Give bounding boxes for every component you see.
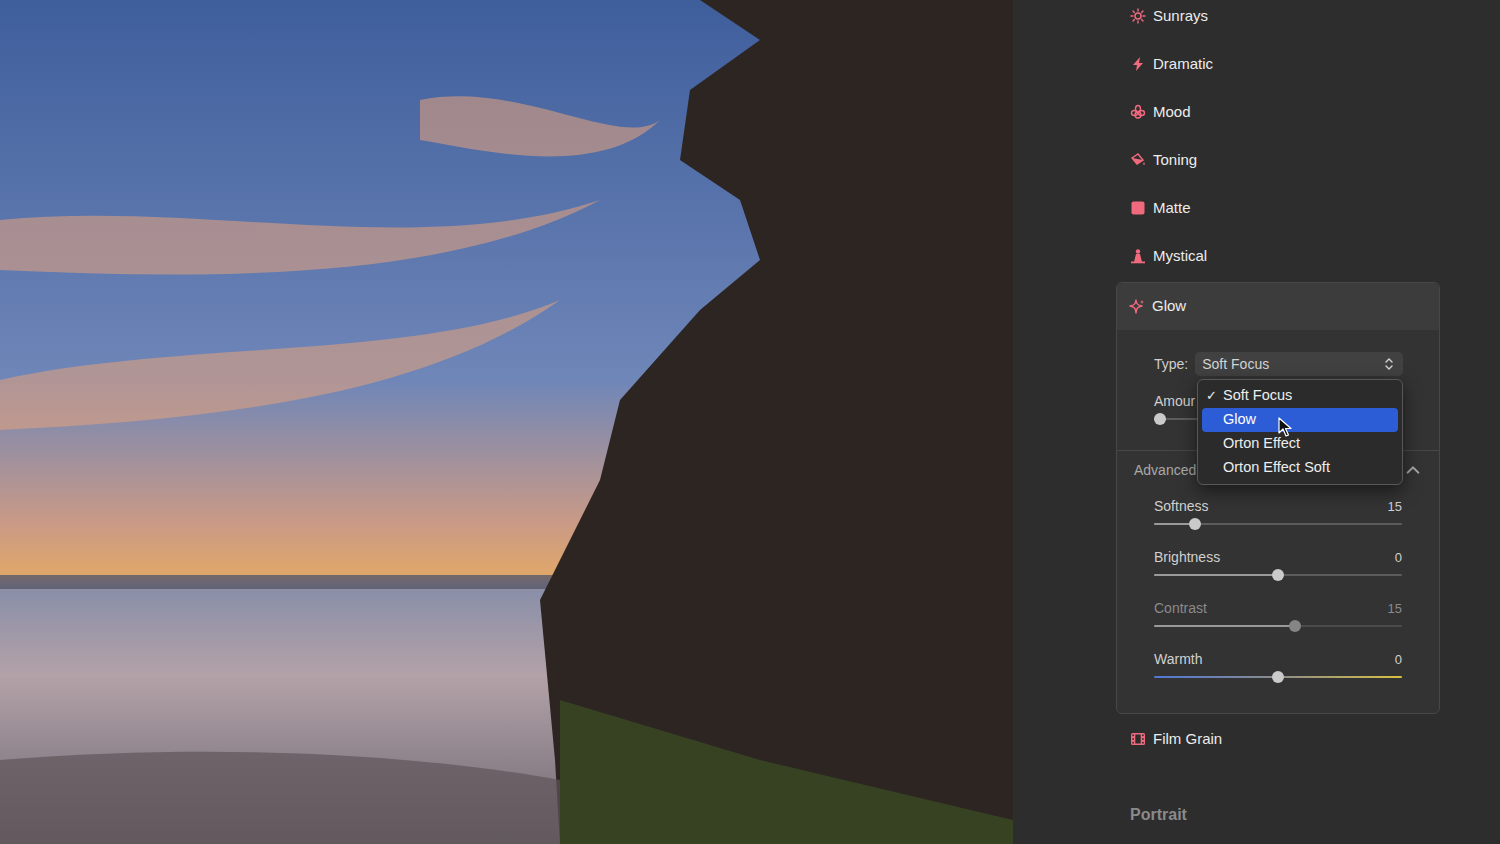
type-value: Soft Focus: [1202, 354, 1269, 375]
slider: Warmth 0: [1154, 649, 1402, 684]
effect-item[interactable]: Sunrays: [1130, 0, 1500, 32]
slider-value: 0: [1395, 650, 1402, 670]
menu-item-label: Orton Effect: [1223, 433, 1300, 455]
slider-thumb[interactable]: [1272, 569, 1284, 581]
slider-fill: [1154, 574, 1278, 576]
type-select[interactable]: Soft Focus: [1195, 352, 1403, 376]
slider: Brightness 0: [1154, 547, 1402, 582]
square-icon: [1130, 200, 1146, 216]
effect-item[interactable]: Mood: [1130, 96, 1500, 128]
updown-chevron-icon: [1381, 356, 1397, 372]
slider-label-row: Warmth 0: [1154, 649, 1402, 670]
slider-track[interactable]: [1154, 517, 1402, 531]
effect-item[interactable]: Mystical: [1130, 240, 1500, 272]
glow-panel: Glow Type: Soft Focus Amour Advanced Softness…: [1116, 282, 1440, 714]
glow-title: Glow: [1152, 295, 1186, 318]
slider-track[interactable]: [1154, 670, 1402, 684]
type-label: Type:: [1154, 354, 1188, 375]
slider-thumb[interactable]: [1272, 671, 1284, 683]
photo-image: [0, 0, 1013, 844]
menu-item-label: Orton Effect Soft: [1223, 457, 1330, 479]
film-icon: [1130, 731, 1146, 747]
amount-label: Amour: [1154, 391, 1195, 412]
effect-item[interactable]: Film Grain: [1130, 723, 1500, 755]
type-menu: ✓Soft FocusGlowOrton EffectOrton Effect …: [1197, 379, 1403, 485]
sparkle-icon: [1129, 299, 1145, 315]
slider-label-row: Softness 15: [1154, 496, 1402, 517]
menu-item-label: Glow: [1223, 409, 1256, 431]
effect-label: Mystical: [1153, 245, 1207, 268]
menu-item[interactable]: Orton Effect Soft: [1202, 456, 1398, 480]
effect-label: Toning: [1153, 149, 1197, 172]
chevron-icon: [1405, 462, 1421, 478]
menu-item[interactable]: Orton Effect: [1202, 432, 1398, 456]
slider-value: 15: [1388, 497, 1402, 517]
advanced-sliders: Softness 15 Brightness 0 Contrast 15 Warmth 0: [1117, 489, 1439, 713]
effect-item[interactable]: Toning: [1130, 144, 1500, 176]
glow-header[interactable]: Glow: [1117, 283, 1439, 330]
effect-label: Matte: [1153, 197, 1191, 220]
menu-item-label: Soft Focus: [1223, 385, 1292, 407]
wizard-icon: [1130, 248, 1146, 264]
slider-track[interactable]: [1154, 568, 1402, 582]
sun-icon: [1130, 8, 1146, 24]
type-row: Type: Soft Focus: [1154, 352, 1402, 376]
check-mark: ✓: [1206, 386, 1223, 406]
slider-value: 15: [1388, 599, 1402, 619]
slider-value: 0: [1395, 548, 1402, 568]
slider-label: Contrast: [1154, 598, 1207, 619]
flower-icon: [1130, 104, 1146, 120]
slider: Softness 15: [1154, 496, 1402, 531]
editor-window: Sunrays Dramatic Mood Toning Matte Mystical Gl…: [0, 0, 1500, 844]
paint-bucket-icon: [1130, 152, 1146, 168]
mouse-pointer-icon: [1278, 417, 1292, 438]
slider-track: [1154, 619, 1402, 633]
effect-item[interactable]: Matte: [1130, 192, 1500, 224]
effect-label: Film Grain: [1153, 728, 1222, 751]
slider: Contrast 15: [1154, 598, 1402, 633]
advanced-label: Advanced: [1134, 460, 1196, 481]
effect-label: Mood: [1153, 101, 1191, 124]
slider-label: Softness: [1154, 496, 1208, 517]
effect-label: Dramatic: [1153, 53, 1213, 76]
slider-fill: [1154, 625, 1295, 627]
lightning-icon: [1130, 56, 1146, 72]
slider-label: Warmth: [1154, 649, 1202, 670]
photo: [0, 0, 1013, 844]
section-title: Portrait: [1130, 803, 1500, 827]
slider-label-row: Brightness 0: [1154, 547, 1402, 568]
effect-label: Sunrays: [1153, 5, 1208, 28]
slider-thumb[interactable]: [1189, 518, 1201, 530]
menu-item[interactable]: ✓Soft Focus: [1202, 384, 1398, 408]
slider-label: Brightness: [1154, 547, 1220, 568]
menu-item[interactable]: Glow: [1202, 408, 1398, 432]
adjustments-panel: Sunrays Dramatic Mood Toning Matte Mystical Gl…: [1013, 0, 1500, 844]
slider-thumb[interactable]: [1154, 413, 1166, 425]
effect-item[interactable]: Dramatic: [1130, 48, 1500, 80]
slider-label-row: Contrast 15: [1154, 598, 1402, 619]
slider-thumb: [1289, 620, 1301, 632]
